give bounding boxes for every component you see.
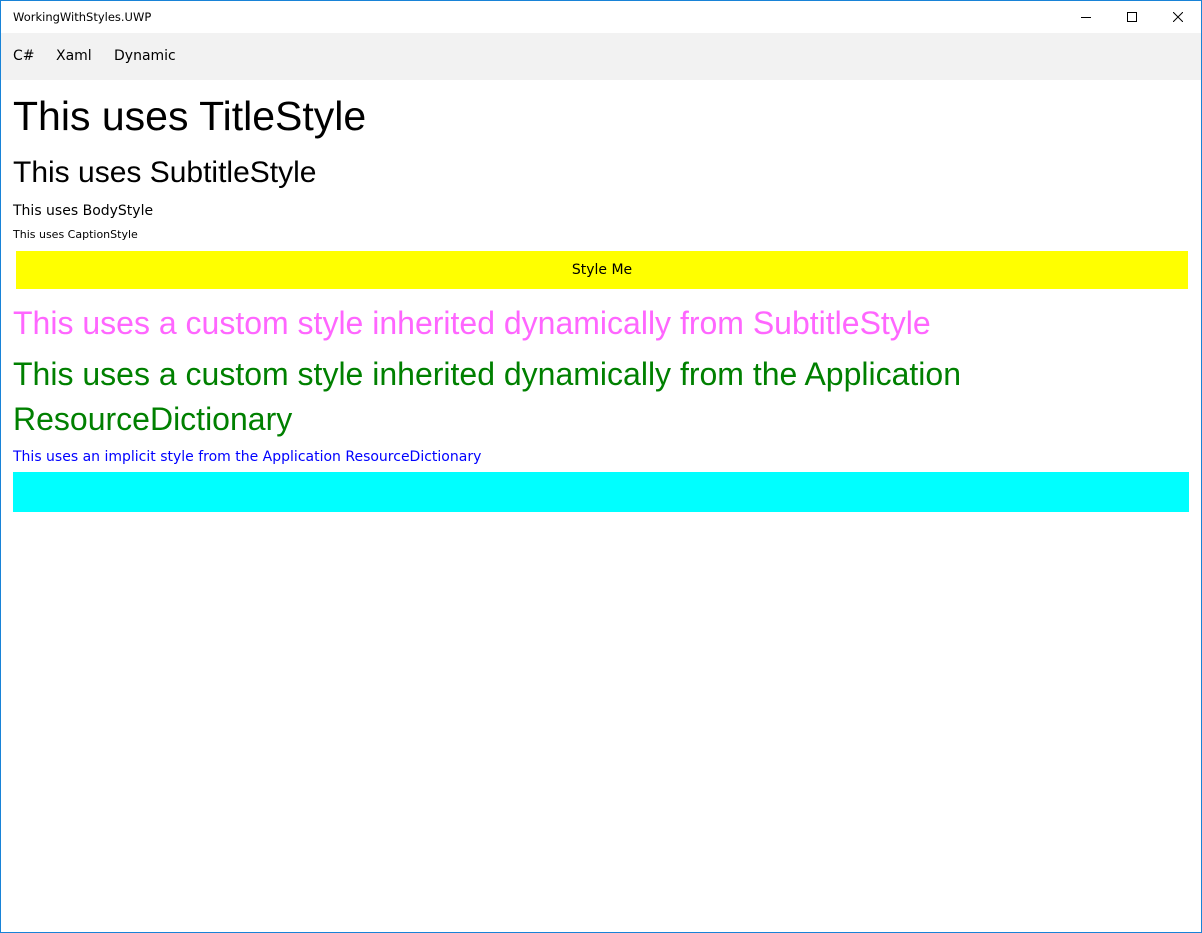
implicit-style-label: This uses an implicit style from the App… <box>13 449 482 465</box>
maximize-icon <box>1127 12 1137 22</box>
tab-bar: C# Xaml Dynamic <box>1 33 1201 80</box>
tab-xaml[interactable]: Xaml <box>56 48 92 64</box>
minimize-button[interactable] <box>1063 1 1109 33</box>
tab-dynamic[interactable]: Dynamic <box>114 48 176 64</box>
title-bar[interactable]: WorkingWithStyles.UWP <box>1 1 1201 33</box>
close-button[interactable] <box>1155 1 1201 33</box>
caption-style-label: This uses CaptionStyle <box>13 228 138 241</box>
subtitle-style-label: This uses SubtitleStyle <box>13 156 317 189</box>
styled-entry-field[interactable] <box>13 472 1189 512</box>
body-style-label: This uses BodyStyle <box>13 203 154 219</box>
title-style-label: This uses TitleStyle <box>13 93 367 139</box>
app-window: WorkingWithStyles.UWP C# Xaml Dynamic Th… <box>0 0 1202 933</box>
custom-subtitle-style-label: This uses a custom style inherited dynam… <box>13 305 931 341</box>
tab-csharp[interactable]: C# <box>13 48 35 64</box>
window-title: WorkingWithStyles.UWP <box>13 10 152 24</box>
close-icon <box>1173 12 1183 22</box>
style-me-button[interactable]: Style Me <box>16 251 1188 289</box>
minimize-icon <box>1081 17 1091 18</box>
custom-resource-style-label: This uses a custom style inherited dynam… <box>13 356 961 437</box>
maximize-button[interactable] <box>1109 1 1155 33</box>
